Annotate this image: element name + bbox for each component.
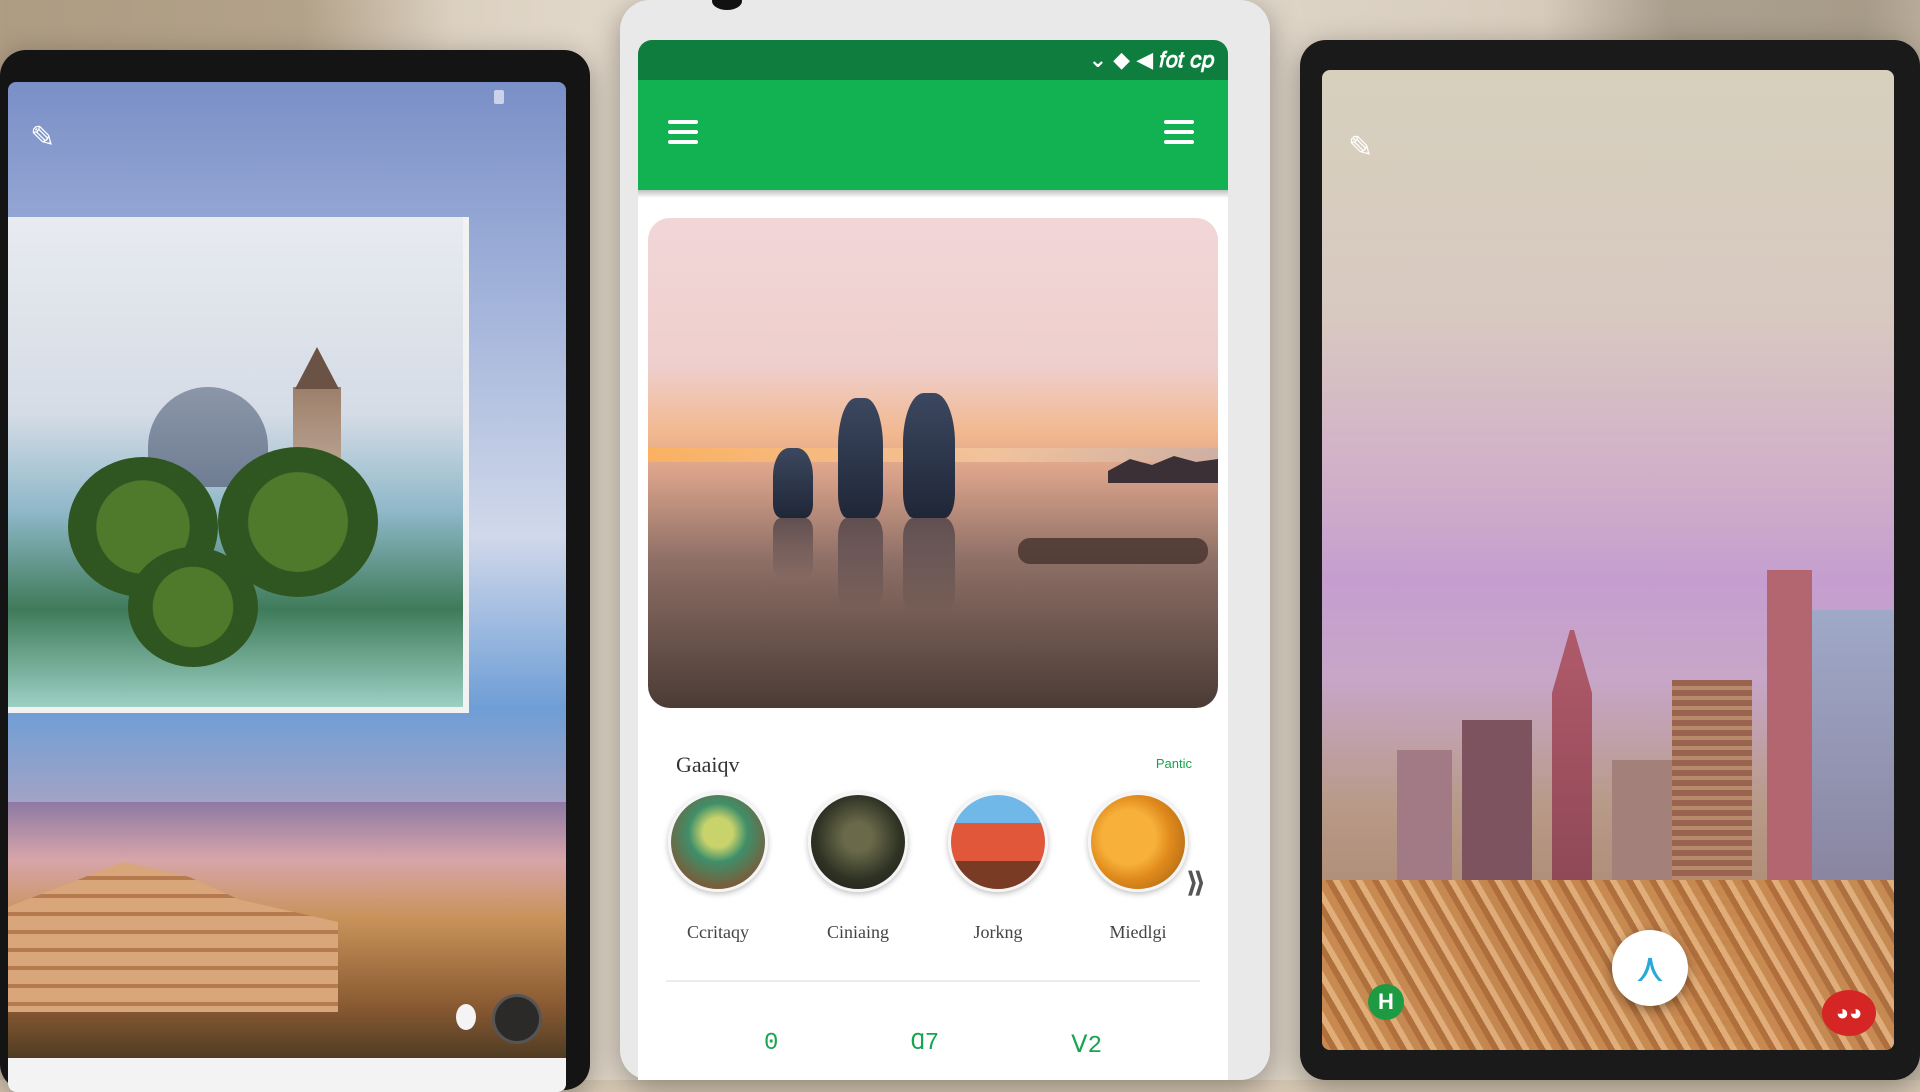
- sea-stack: [903, 393, 955, 518]
- category-thumbnail: [948, 792, 1048, 892]
- app-bar: [638, 80, 1228, 190]
- camera-button[interactable]: [492, 994, 542, 1044]
- category-label: Ciniaing: [827, 922, 889, 942]
- list-menu-icon[interactable]: [1164, 120, 1194, 144]
- category-item[interactable]: Miedlgi: [1088, 792, 1188, 943]
- edit-icon[interactable]: ✎: [1348, 130, 1373, 165]
- right-phone: ✎ H ⋏ ◕◕: [1300, 40, 1920, 1080]
- stats-row: 0 Ɑ7 ꓦ2: [638, 1030, 1228, 1060]
- hero-photo-sea-stacks[interactable]: [648, 218, 1218, 708]
- app-badge-icon[interactable]: ◕◕: [1822, 990, 1876, 1036]
- rock-reflection: [903, 518, 955, 613]
- category-label: Miedlgi: [1109, 922, 1167, 942]
- left-phone-screen: ✎: [8, 82, 566, 1092]
- right-phone-screen: ✎ H ⋏ ◕◕: [1322, 70, 1894, 1050]
- gallery-link[interactable]: Pantic: [1156, 756, 1192, 771]
- app-logo-icon[interactable]: ✎: [30, 120, 55, 155]
- rooftops: [1322, 880, 1894, 1050]
- share-icon: ⋏: [1635, 946, 1665, 990]
- category-list: Ccritaqy Ciniaing Jorkng Miedlgi: [668, 792, 1188, 943]
- switch-camera-icon[interactable]: [456, 1004, 476, 1030]
- middle-phone-screen: ⌄ ◆ ◀ 𝑓𝑜𝑡 𝑐𝑝 Gaaiqv Pantic Ccritaqy Cini…: [638, 40, 1228, 1080]
- gallery-title: Gaaiqv: [676, 752, 740, 777]
- rock-reflection: [773, 518, 813, 578]
- category-item[interactable]: Jorkng: [948, 792, 1048, 943]
- bottom-nav-bar: [8, 1058, 566, 1092]
- palm-tree: [128, 547, 258, 667]
- left-phone: ✎: [0, 50, 590, 1092]
- sea-stack: [773, 448, 813, 518]
- rock-reflection: [838, 518, 883, 608]
- more-categories-icon[interactable]: ⟫: [1186, 866, 1206, 899]
- category-thumbnail: [808, 792, 908, 892]
- app-bar-shadow: [638, 190, 1228, 198]
- stat-value[interactable]: 0: [764, 1030, 778, 1060]
- stat-value[interactable]: Ɑ7: [910, 1030, 939, 1060]
- divider: [666, 980, 1200, 982]
- middle-phone: ⌄ ◆ ◀ 𝑓𝑜𝑡 𝑐𝑝 Gaaiqv Pantic Ccritaqy Cini…: [620, 0, 1270, 1080]
- share-fab-button[interactable]: ⋏: [1612, 930, 1688, 1006]
- battery-icon: [494, 90, 504, 104]
- front-camera: [712, 0, 742, 10]
- category-label: Ccritaqy: [687, 922, 749, 942]
- hamburger-menu-icon[interactable]: [668, 120, 698, 144]
- fortress-walls: [8, 862, 338, 1012]
- city-skyline: [1322, 530, 1894, 1050]
- category-thumbnail: [668, 792, 768, 892]
- category-item[interactable]: Ciniaing: [808, 792, 908, 943]
- sea-stack: [838, 398, 883, 518]
- castle-photo-card[interactable]: [8, 217, 469, 713]
- status-bar-text: ⌄ ◆ ◀ 𝑓𝑜𝑡 𝑐𝑝: [1088, 47, 1214, 72]
- category-label: Jorkng: [973, 922, 1023, 942]
- fortress-photo[interactable]: [8, 802, 566, 1092]
- status-bar: ⌄ ◆ ◀ 𝑓𝑜𝑡 𝑐𝑝: [638, 40, 1228, 80]
- category-item[interactable]: Ccritaqy: [668, 792, 768, 943]
- h-badge[interactable]: H: [1368, 984, 1404, 1020]
- shoreline-stones: [1018, 538, 1208, 564]
- category-thumbnail: [1088, 792, 1188, 892]
- stat-value[interactable]: ꓦ2: [1071, 1030, 1102, 1060]
